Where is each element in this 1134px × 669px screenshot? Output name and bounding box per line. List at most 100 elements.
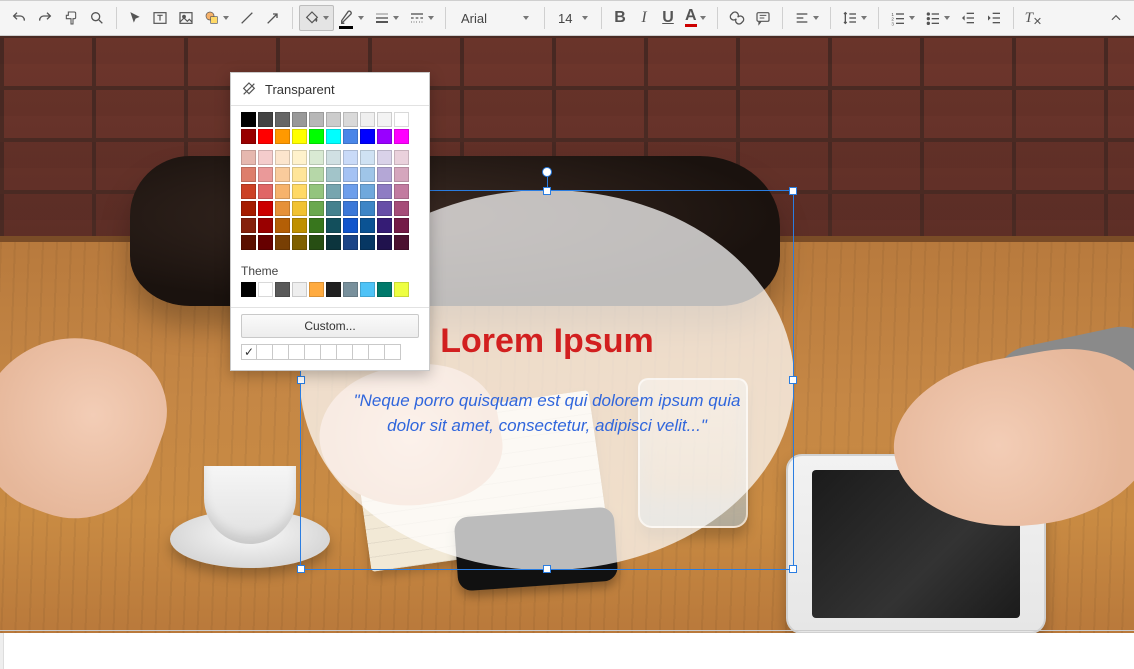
- color-swatch[interactable]: [394, 235, 409, 250]
- increase-indent-button[interactable]: [981, 5, 1007, 31]
- color-swatch[interactable]: [309, 184, 324, 199]
- underline-button[interactable]: U: [656, 5, 680, 31]
- color-swatch[interactable]: [258, 282, 273, 297]
- color-swatch[interactable]: [275, 167, 290, 182]
- transparent-option[interactable]: Transparent: [231, 73, 429, 105]
- shape-title-text[interactable]: Lorem Ipsum: [440, 322, 653, 361]
- color-swatch[interactable]: [309, 112, 324, 127]
- color-swatch[interactable]: [241, 184, 256, 199]
- insert-shape-button[interactable]: [199, 5, 234, 31]
- color-swatch[interactable]: [360, 167, 375, 182]
- color-swatch[interactable]: [275, 184, 290, 199]
- color-swatch[interactable]: [326, 112, 341, 127]
- color-swatch[interactable]: [343, 201, 358, 216]
- color-swatch[interactable]: [309, 150, 324, 165]
- color-swatch[interactable]: [326, 235, 341, 250]
- color-swatch[interactable]: [275, 150, 290, 165]
- color-swatch[interactable]: [258, 112, 273, 127]
- recent-color-slot[interactable]: [353, 344, 369, 360]
- insert-comment-button[interactable]: [750, 5, 776, 31]
- color-swatch[interactable]: [377, 150, 392, 165]
- color-swatch[interactable]: [360, 112, 375, 127]
- color-swatch[interactable]: [326, 282, 341, 297]
- undo-button[interactable]: [6, 5, 32, 31]
- color-swatch[interactable]: [309, 129, 324, 144]
- color-swatch[interactable]: [292, 282, 307, 297]
- color-swatch[interactable]: [343, 235, 358, 250]
- color-swatch[interactable]: [377, 282, 392, 297]
- slide-canvas[interactable]: Lorem Ipsum "Neque porro quisquam est qu…: [0, 36, 1134, 633]
- color-swatch[interactable]: [309, 235, 324, 250]
- color-swatch[interactable]: [241, 201, 256, 216]
- bulleted-list-button[interactable]: [920, 5, 955, 31]
- color-swatch[interactable]: [377, 112, 392, 127]
- color-swatch[interactable]: [258, 150, 273, 165]
- color-swatch[interactable]: [258, 129, 273, 144]
- color-swatch[interactable]: [343, 218, 358, 233]
- color-swatch[interactable]: [275, 129, 290, 144]
- color-swatch[interactable]: [360, 150, 375, 165]
- color-swatch[interactable]: [258, 218, 273, 233]
- color-swatch[interactable]: [258, 167, 273, 182]
- select-tool-button[interactable]: [123, 5, 147, 31]
- fill-color-button[interactable]: [299, 5, 334, 31]
- color-swatch[interactable]: [309, 282, 324, 297]
- color-swatch[interactable]: [360, 184, 375, 199]
- border-dash-button[interactable]: [404, 5, 439, 31]
- color-swatch[interactable]: [292, 129, 307, 144]
- recent-color-slot[interactable]: [289, 344, 305, 360]
- insert-line-button[interactable]: [234, 5, 260, 31]
- color-swatch[interactable]: [258, 235, 273, 250]
- color-swatch[interactable]: [292, 184, 307, 199]
- align-button[interactable]: [789, 5, 824, 31]
- color-swatch[interactable]: [258, 184, 273, 199]
- color-swatch[interactable]: [343, 150, 358, 165]
- color-swatch[interactable]: [377, 167, 392, 182]
- color-swatch[interactable]: [326, 201, 341, 216]
- custom-color-button[interactable]: Custom...: [241, 314, 419, 338]
- numbered-list-button[interactable]: 123: [885, 5, 920, 31]
- color-swatch[interactable]: [394, 167, 409, 182]
- redo-button[interactable]: [32, 5, 58, 31]
- color-swatch[interactable]: [360, 235, 375, 250]
- color-swatch[interactable]: [309, 167, 324, 182]
- color-swatch[interactable]: [360, 201, 375, 216]
- color-swatch[interactable]: [241, 129, 256, 144]
- color-swatch[interactable]: [360, 129, 375, 144]
- insert-image-button[interactable]: [173, 5, 199, 31]
- color-swatch[interactable]: [394, 282, 409, 297]
- color-swatch[interactable]: [292, 201, 307, 216]
- color-swatch[interactable]: [326, 184, 341, 199]
- clear-formatting-button[interactable]: T✕: [1020, 5, 1048, 31]
- border-color-button[interactable]: [334, 5, 369, 31]
- border-weight-button[interactable]: [369, 5, 404, 31]
- color-swatch[interactable]: [326, 150, 341, 165]
- color-swatch[interactable]: [275, 218, 290, 233]
- color-swatch[interactable]: [377, 129, 392, 144]
- insert-link-button[interactable]: [724, 5, 750, 31]
- color-swatch[interactable]: [326, 167, 341, 182]
- recent-color-slot[interactable]: [385, 344, 401, 360]
- insert-arrow-button[interactable]: [260, 5, 286, 31]
- expand-toolbar-button[interactable]: [1104, 5, 1128, 31]
- color-swatch[interactable]: [275, 201, 290, 216]
- bold-button[interactable]: B: [608, 5, 632, 31]
- color-swatch[interactable]: [241, 218, 256, 233]
- color-swatch[interactable]: [309, 201, 324, 216]
- color-swatch[interactable]: [241, 112, 256, 127]
- zoom-button[interactable]: [84, 5, 110, 31]
- color-swatch[interactable]: [360, 282, 375, 297]
- paint-format-button[interactable]: [58, 5, 84, 31]
- recent-color-slot[interactable]: [273, 344, 289, 360]
- recent-color-slot[interactable]: [337, 344, 353, 360]
- color-swatch[interactable]: [394, 218, 409, 233]
- color-swatch[interactable]: [326, 218, 341, 233]
- line-spacing-button[interactable]: [837, 5, 872, 31]
- textbox-button[interactable]: [147, 5, 173, 31]
- color-swatch[interactable]: [377, 201, 392, 216]
- color-swatch[interactable]: [292, 112, 307, 127]
- recent-color-slot[interactable]: [369, 344, 385, 360]
- shape-body-text[interactable]: "Neque porro quisquam est qui dolorem ip…: [350, 389, 744, 438]
- color-swatch[interactable]: [275, 112, 290, 127]
- color-swatch[interactable]: [275, 235, 290, 250]
